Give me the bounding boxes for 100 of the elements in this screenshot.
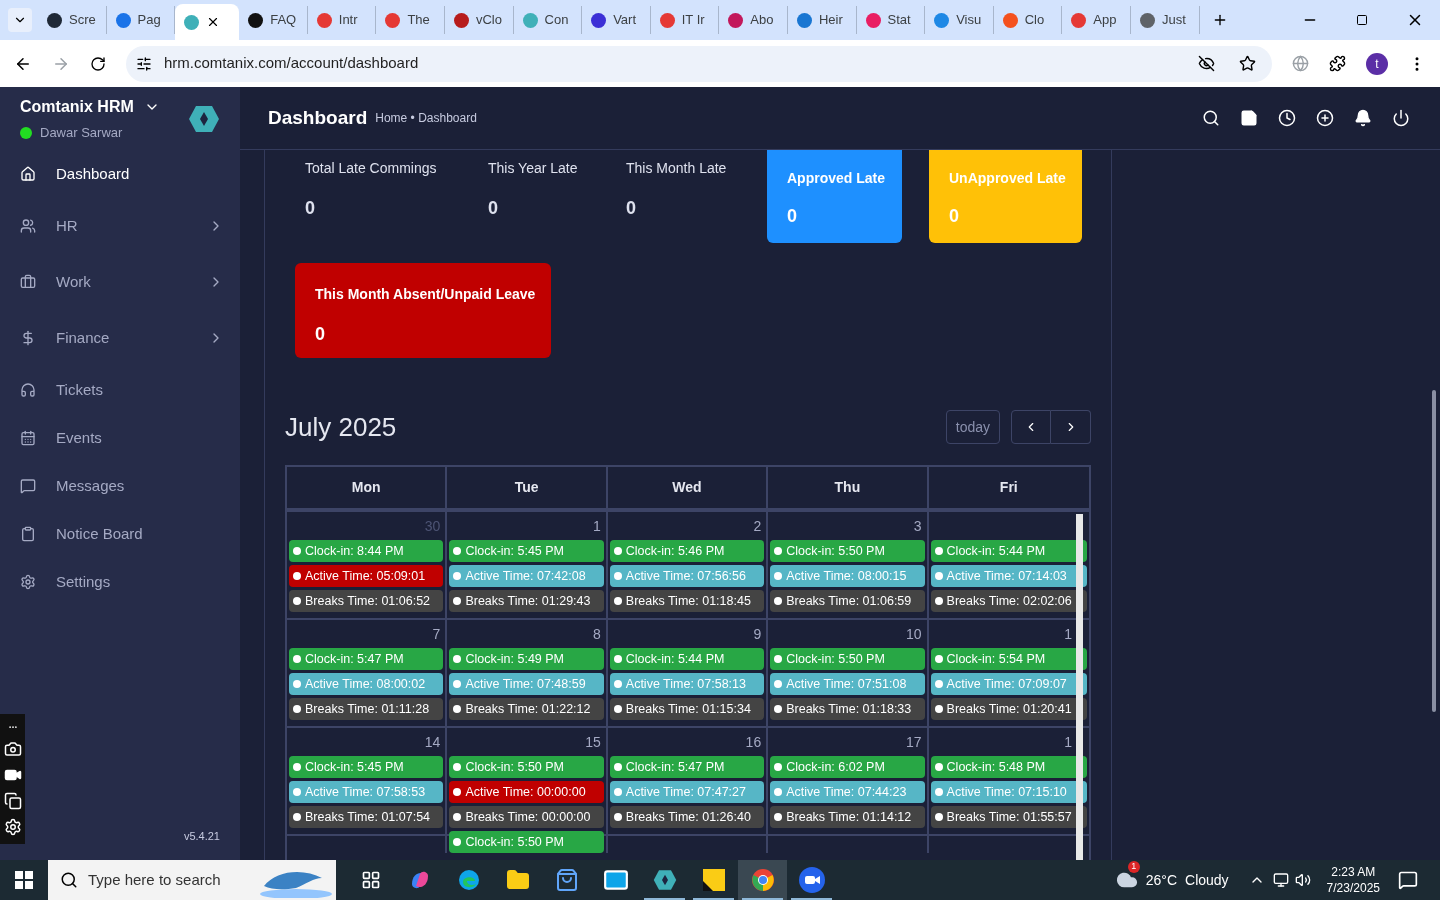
event-text: Breaks Time: 01:29:43 (465, 592, 591, 610)
volume-icon[interactable] (1294, 872, 1311, 888)
calendar-event[interactable]: Breaks Time: 01:29:43 (449, 590, 604, 612)
note-icon[interactable] (1240, 109, 1258, 127)
calendar-event[interactable]: Breaks Time: 01:55:57 (930, 806, 1087, 828)
browser-tab[interactable]: FAQ (239, 6, 308, 34)
stat-value: 0 (305, 197, 316, 220)
calendar-event[interactable]: Breaks Time: 01:14:12 (770, 806, 925, 828)
notifications-icon[interactable] (1398, 870, 1418, 890)
sidebar-item[interactable]: Work (0, 254, 240, 310)
calendar-event[interactable]: Breaks Time: 01:06:52 (289, 590, 444, 612)
calendar-event[interactable]: Breaks Time: 01:26:40 (609, 806, 765, 828)
sidebar-item[interactable]: HR (0, 198, 240, 254)
sidebar-item[interactable]: Dashboard (0, 150, 240, 198)
event-text: Breaks Time: 01:20:41 (946, 700, 1072, 718)
notification-badge: 1 (1127, 861, 1140, 873)
browser-tab[interactable]: Con (513, 6, 583, 34)
address-bar[interactable]: hrm.comtanix.com/account/dashboard (126, 45, 1272, 82)
edge-browser-icon[interactable] (456, 868, 481, 892)
day-number: 30 (424, 516, 441, 536)
tab-title: App (1093, 11, 1117, 30)
browser-tab[interactable]: Clo (993, 6, 1063, 34)
store-bag-icon[interactable] (554, 868, 579, 892)
windows-start-icon[interactable] (15, 871, 33, 889)
gear-icon (20, 574, 36, 590)
today-button[interactable]: today (945, 410, 1000, 444)
event-text: Active Time: 07:58:53 (305, 783, 426, 801)
browser-tab[interactable]: Stat (856, 6, 926, 34)
event-text: Breaks Time: 01:55:57 (946, 808, 1072, 826)
headset-icon (20, 382, 36, 398)
event-text: Clock-in: 5:50 PM (786, 650, 885, 668)
browser-tab[interactable]: Just (1130, 6, 1200, 34)
calendar-event[interactable]: Breaks Time: 00:00:00 (449, 806, 604, 828)
calendar-event[interactable]: Breaks Time: 01:20:41 (930, 698, 1087, 720)
extensions-icon[interactable] (1329, 55, 1346, 72)
video-app-icon[interactable] (798, 867, 825, 893)
sidebar-item[interactable]: Events (0, 414, 240, 462)
browser-tab[interactable]: The (376, 6, 445, 34)
event-text: Clock-in: 5:50 PM (786, 542, 885, 560)
calendar-event[interactable]: Breaks Time: 01:07:54 (289, 806, 444, 828)
calendar-event[interactable]: Breaks Time: 02:02:06 (930, 590, 1087, 612)
day-number: 10 (906, 624, 922, 644)
sidebar-item[interactable]: Finance (0, 310, 240, 366)
url-text: hrm.comtanix.com/account/dashboard (164, 53, 419, 74)
profile-avatar[interactable]: t (1366, 52, 1388, 75)
event-text: Active Time: 07:48:59 (465, 675, 586, 693)
reload-icon[interactable] (90, 55, 106, 72)
calendar-event[interactable]: Breaks Time: 01:15:34 (609, 698, 765, 720)
event-text: Active Time: 07:44:23 (786, 783, 907, 801)
sidebar-item[interactable]: Notice Board (0, 510, 240, 558)
event-text: Clock-in: 5:44 PM (946, 542, 1046, 560)
power-icon[interactable] (1392, 109, 1410, 127)
browser-tab[interactable]: Visu (925, 6, 994, 34)
calendar-event[interactable]: Active Time: 05:09:01 (289, 565, 444, 587)
restore-icon[interactable] (1356, 14, 1368, 26)
eye-off-icon[interactable] (1198, 55, 1215, 72)
calendar-event[interactable]: Breaks Time: 01:18:45 (609, 590, 765, 612)
bell-icon[interactable] (1354, 109, 1372, 127)
browser-tab[interactable]: Scre (38, 6, 107, 34)
browser-tab[interactable]: Heir (787, 6, 857, 34)
tab-title: Just (1161, 11, 1186, 30)
tab-title: Stat (887, 11, 911, 30)
event-text: Clock-in: 5:45 PM (465, 542, 565, 560)
browser-tab[interactable]: IT Ir (650, 6, 720, 34)
calendar-event[interactable]: Breaks Time: 01:18:33 (770, 698, 925, 720)
calendar-event[interactable]: Breaks Time: 01:11:28 (289, 698, 444, 720)
taskbar-search-field[interactable]: Type here to search (48, 860, 336, 900)
calendar-scrollbar[interactable] (1076, 514, 1083, 860)
browser-tab[interactable]: vClo (444, 6, 514, 34)
task-view-icon[interactable] (360, 870, 381, 890)
browser-tab[interactable]: Vart (582, 6, 651, 34)
sidebar-item[interactable]: Settings (0, 558, 240, 606)
sidebar-item[interactable]: Tickets (0, 366, 240, 414)
settings-icon[interactable] (3, 818, 22, 836)
tab-search-button[interactable] (8, 8, 32, 32)
version-text: v5.4.21 (183, 828, 220, 844)
globe-icon[interactable] (1292, 55, 1309, 72)
page-scrollbar[interactable] (1432, 390, 1436, 712)
bookmark-star-icon[interactable] (1239, 55, 1256, 72)
calendar-event[interactable]: Breaks Time: 01:06:59 (770, 590, 925, 612)
search-icon[interactable] (1202, 109, 1220, 127)
event-text: Active Time: 07:09:07 (946, 675, 1067, 693)
browser-tab[interactable]: Abo (719, 6, 788, 34)
calendar-event[interactable]: Active Time: 00:00:00 (449, 781, 604, 803)
calendar-event[interactable]: Breaks Time: 01:22:12 (449, 698, 604, 720)
windows-icon[interactable] (3, 792, 22, 810)
tab-title: Clo (1024, 11, 1045, 30)
clock-icon[interactable] (1278, 109, 1296, 127)
sidebar-item[interactable]: Messages (0, 462, 240, 510)
sticky-note-icon[interactable] (702, 869, 725, 891)
browser-tab[interactable]: Intr (307, 6, 377, 34)
camera-icon[interactable] (3, 740, 22, 758)
event-text: Active Time: 08:00:15 (786, 567, 907, 585)
network-icon[interactable] (1272, 872, 1289, 888)
browser-tab[interactable]: App (1062, 6, 1131, 34)
hexagon-app-icon (652, 868, 677, 892)
chrome-browser-icon[interactable] (750, 868, 775, 892)
site-settings-icon[interactable] (136, 55, 152, 72)
add-icon[interactable] (1316, 109, 1334, 127)
folder-icon[interactable] (505, 868, 530, 892)
